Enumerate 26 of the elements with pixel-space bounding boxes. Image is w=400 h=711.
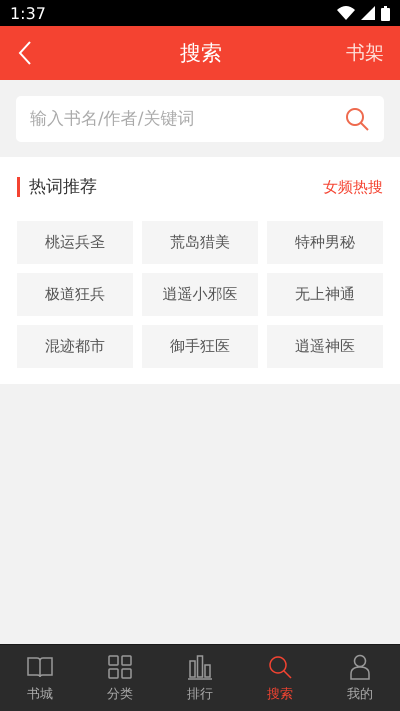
keyword-chip[interactable]: 混迹都市 — [17, 325, 133, 368]
keyword-chip[interactable]: 特种男秘 — [267, 221, 383, 264]
keyword-chip[interactable]: 极道狂兵 — [17, 273, 133, 316]
wifi-icon — [337, 6, 355, 20]
signal-icon — [361, 6, 375, 20]
nav-tab[interactable]: 分类 — [80, 645, 160, 711]
page-title: 搜索 — [180, 40, 222, 67]
nav-tab[interactable]: 排行 — [160, 645, 240, 711]
nav-tab[interactable]: 搜索 — [240, 645, 320, 711]
section-title: 热词推荐 — [17, 177, 97, 197]
nav-tab[interactable]: 我的 — [320, 645, 400, 711]
keyword-chip[interactable]: 逍遥小邪医 — [142, 273, 258, 316]
keyword-chip[interactable]: 逍遥神医 — [267, 325, 383, 368]
female-hot-link[interactable]: 女频热搜 — [323, 178, 383, 196]
keyword-chip[interactable]: 桃运兵圣 — [17, 221, 133, 264]
battery-icon — [381, 6, 390, 20]
search-field[interactable]: 输入书名/作者/关键词 — [16, 96, 384, 142]
nav-tab[interactable]: 书城 — [0, 645, 80, 711]
bar-chart-icon — [186, 653, 214, 681]
back-icon[interactable] — [18, 40, 32, 66]
grid-icon — [106, 653, 134, 681]
search-icon[interactable] — [344, 106, 370, 132]
status-time: 1:37 — [10, 4, 46, 22]
keyword-chip[interactable]: 荒岛猎美 — [142, 221, 258, 264]
keyword-chip[interactable]: 无上神通 — [267, 273, 383, 316]
keyword-chip[interactable]: 御手狂医 — [142, 325, 258, 368]
